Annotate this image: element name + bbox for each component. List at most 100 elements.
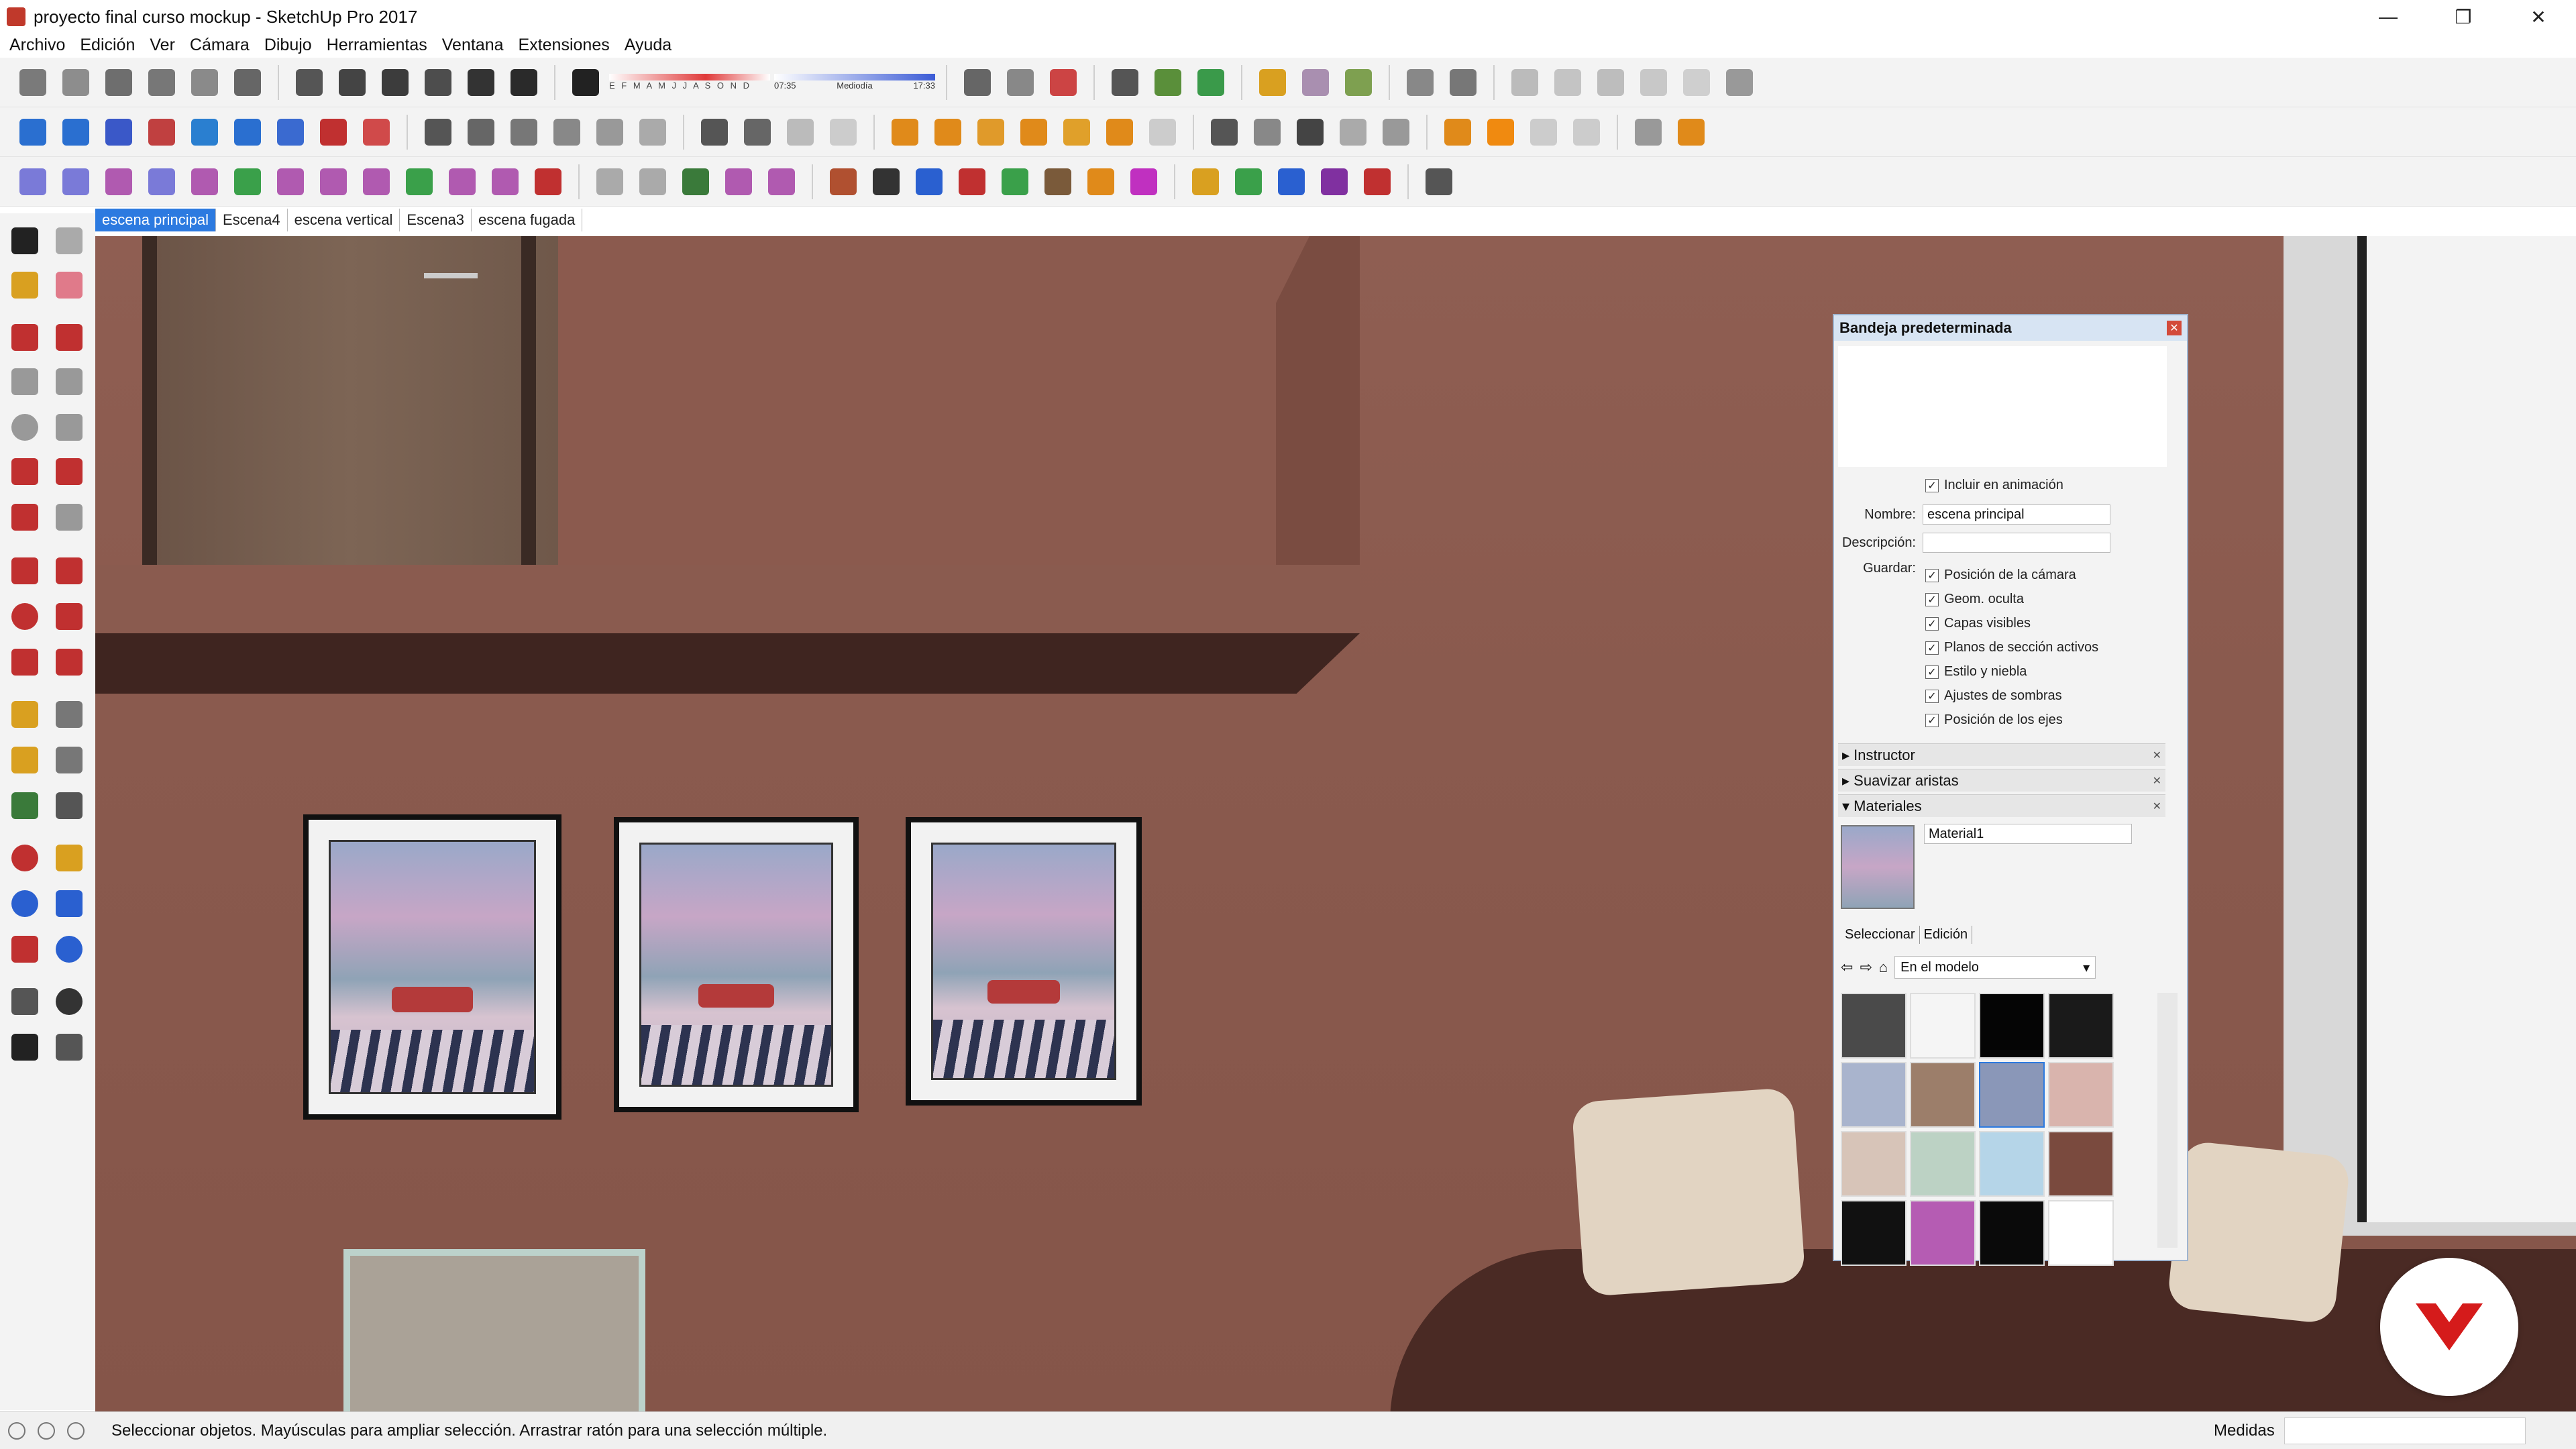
offset-icon[interactable] bbox=[51, 644, 87, 680]
curve-1-icon[interactable] bbox=[13, 162, 52, 201]
push-pull-x-icon[interactable] bbox=[1081, 162, 1120, 201]
material-swatch[interactable] bbox=[1910, 993, 1976, 1059]
extrude-spiral-icon[interactable] bbox=[1358, 162, 1397, 201]
material-swatch[interactable] bbox=[1910, 1200, 1976, 1266]
zoom-icon[interactable] bbox=[7, 885, 43, 922]
curve-8-icon[interactable] bbox=[314, 162, 353, 201]
material-swatch[interactable] bbox=[1979, 1200, 2045, 1266]
curve-13-icon[interactable] bbox=[529, 162, 568, 201]
material-collection-select[interactable]: En el modelo ▾ bbox=[1894, 956, 2096, 979]
save-shadow-settings-checkbox[interactable]: ✓ Ajustes de sombras bbox=[1925, 688, 2062, 704]
tray-close-icon[interactable]: ✕ bbox=[2167, 321, 2182, 335]
move-down-icon[interactable] bbox=[142, 113, 181, 152]
save-axes-position-checkbox[interactable]: ✓ Posición de los ejes bbox=[1925, 712, 2063, 728]
erase-icon[interactable] bbox=[357, 113, 396, 152]
stop-icon[interactable] bbox=[1524, 113, 1563, 152]
arc-icon[interactable] bbox=[1100, 113, 1139, 152]
extrude-blue-icon[interactable] bbox=[1272, 162, 1311, 201]
freehand-icon[interactable] bbox=[51, 319, 87, 356]
stair-icon[interactable] bbox=[590, 113, 629, 152]
geo-location-icon[interactable] bbox=[8, 1421, 25, 1440]
outer-shell-icon[interactable] bbox=[1401, 63, 1440, 102]
front-view-icon[interactable] bbox=[99, 63, 138, 102]
sandbox-icon[interactable] bbox=[1191, 63, 1230, 102]
panel-icon[interactable] bbox=[633, 113, 672, 152]
scene-description-field[interactable] bbox=[1923, 533, 2110, 553]
left-view-icon[interactable] bbox=[228, 63, 267, 102]
make-component-icon[interactable] bbox=[51, 223, 87, 259]
position-camera-icon[interactable] bbox=[1629, 113, 1668, 152]
section-plane-tool-icon[interactable] bbox=[51, 1029, 87, 1065]
section-fill-icon[interactable] bbox=[1044, 63, 1083, 102]
bucket-icon[interactable] bbox=[462, 113, 500, 152]
target-icon[interactable] bbox=[1143, 113, 1182, 152]
polygon-icon[interactable] bbox=[51, 409, 87, 445]
pan-icon[interactable] bbox=[51, 840, 87, 876]
iso-view-icon[interactable] bbox=[13, 63, 52, 102]
rotate-icon[interactable] bbox=[7, 598, 43, 635]
mirror-icon[interactable] bbox=[228, 113, 267, 152]
two-point-arc-icon[interactable] bbox=[51, 453, 87, 490]
scene-tab-escena3[interactable]: Escena3 bbox=[400, 209, 472, 231]
menu-edicion[interactable]: Edición bbox=[80, 36, 135, 55]
cloud-icon[interactable] bbox=[547, 113, 586, 152]
pencil-icon[interactable] bbox=[7, 319, 43, 356]
curve-15-icon[interactable] bbox=[633, 162, 672, 201]
curve-3-icon[interactable] bbox=[99, 162, 138, 201]
curve-12-icon[interactable] bbox=[486, 162, 525, 201]
orbit-icon[interactable] bbox=[7, 840, 43, 876]
section-plane-icon[interactable] bbox=[958, 63, 997, 102]
move-up-icon[interactable] bbox=[99, 113, 138, 152]
close-button[interactable]: ✕ bbox=[2501, 0, 2576, 34]
push-pull-v-icon[interactable] bbox=[996, 162, 1034, 201]
curve-16-icon[interactable] bbox=[676, 162, 715, 201]
save-hidden-geometry-checkbox[interactable]: ✓ Geom. oculta bbox=[1925, 592, 2024, 607]
zoom-window-icon[interactable] bbox=[51, 885, 87, 922]
hand-icon[interactable] bbox=[504, 113, 543, 152]
material-name-field[interactable]: Material1 bbox=[1924, 824, 2132, 844]
window-frame2-icon[interactable] bbox=[738, 113, 777, 152]
cube-outline-icon[interactable] bbox=[1248, 113, 1287, 152]
material-swatch[interactable] bbox=[1841, 1131, 1907, 1197]
follow-me-icon[interactable] bbox=[51, 598, 87, 635]
scene-tab-escena-principal[interactable]: escena principal bbox=[95, 209, 216, 231]
back-arrow-icon[interactable]: ⇦ bbox=[1841, 959, 1853, 976]
save-camera-position-checkbox[interactable]: ✓ Posición de la cámara bbox=[1925, 568, 2076, 583]
zoom-extents-icon[interactable] bbox=[7, 931, 43, 967]
shaded-textures-style-icon[interactable] bbox=[462, 63, 500, 102]
walkthrough-icon[interactable] bbox=[1438, 113, 1477, 152]
menu-ayuda[interactable]: Ayuda bbox=[625, 36, 672, 55]
check-icon[interactable] bbox=[419, 113, 458, 152]
text-tool-icon[interactable] bbox=[51, 742, 87, 778]
right-view-icon[interactable] bbox=[142, 63, 181, 102]
curve-2-icon[interactable] bbox=[56, 162, 95, 201]
measurements-input[interactable] bbox=[2284, 1417, 2526, 1444]
push-pull-icon[interactable] bbox=[51, 553, 87, 589]
material-swatch[interactable] bbox=[1841, 1200, 1907, 1266]
material-swatch[interactable] bbox=[2048, 1131, 2114, 1197]
push-pull-red-icon[interactable] bbox=[824, 162, 863, 201]
extrude-yellow-icon[interactable] bbox=[1186, 162, 1225, 201]
material-swatch[interactable] bbox=[2048, 1200, 2114, 1266]
material-swatch[interactable] bbox=[1841, 1062, 1907, 1128]
menu-ventana[interactable]: Ventana bbox=[442, 36, 504, 55]
extrude-purple-icon[interactable] bbox=[1315, 162, 1354, 201]
minimize-button[interactable]: — bbox=[2351, 0, 2426, 34]
component-options-icon[interactable] bbox=[1148, 63, 1187, 102]
swatch-scrollbar[interactable] bbox=[2157, 993, 2178, 1248]
pattern-icon[interactable] bbox=[1677, 63, 1716, 102]
forward-arrow-icon[interactable]: ⇨ bbox=[1860, 959, 1872, 976]
dimension-tool-icon[interactable] bbox=[51, 696, 87, 733]
curve-14-icon[interactable] bbox=[590, 162, 629, 201]
curve-7-icon[interactable] bbox=[271, 162, 310, 201]
shadows-toggle-icon[interactable] bbox=[566, 63, 605, 102]
section-soften-edges[interactable]: ▸ Suavizar aristas ✕ bbox=[1838, 769, 2165, 792]
home-icon[interactable]: ⌂ bbox=[1879, 959, 1888, 976]
share-model-icon[interactable] bbox=[1339, 63, 1378, 102]
curve-18-icon[interactable] bbox=[762, 162, 801, 201]
three-point-arc-icon[interactable] bbox=[7, 499, 43, 535]
curve-9-icon[interactable] bbox=[357, 162, 396, 201]
extension-warehouse-icon[interactable] bbox=[1296, 63, 1335, 102]
tape-measure-icon[interactable] bbox=[885, 113, 924, 152]
section-materials[interactable]: ▾ Materiales ✕ bbox=[1838, 794, 2165, 817]
